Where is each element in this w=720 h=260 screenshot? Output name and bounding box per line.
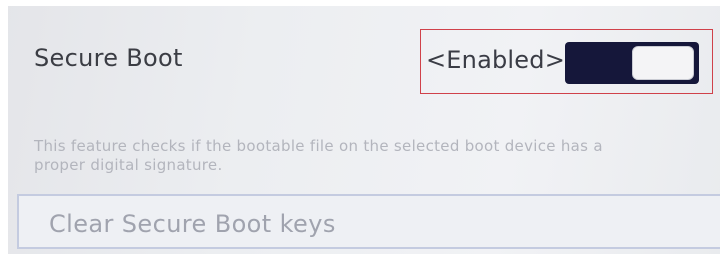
- secure-boot-description: This feature checks if the bootable file…: [34, 137, 603, 174]
- clear-secure-boot-keys-button[interactable]: Clear Secure Boot keys: [17, 194, 720, 249]
- frame-bottom-edge: [0, 254, 720, 260]
- toggle-knob[interactable]: [632, 46, 694, 80]
- frame-left-edge: [0, 0, 8, 260]
- secure-boot-toggle[interactable]: [565, 42, 699, 84]
- secure-boot-state: <Enabled>: [426, 46, 566, 74]
- bios-secure-boot-panel: Secure Boot <Enabled> This feature check…: [0, 0, 720, 260]
- frame-top-edge: [0, 0, 720, 6]
- secure-boot-label: Secure Boot: [34, 44, 183, 72]
- clear-secure-boot-keys-label: Clear Secure Boot keys: [49, 210, 336, 238]
